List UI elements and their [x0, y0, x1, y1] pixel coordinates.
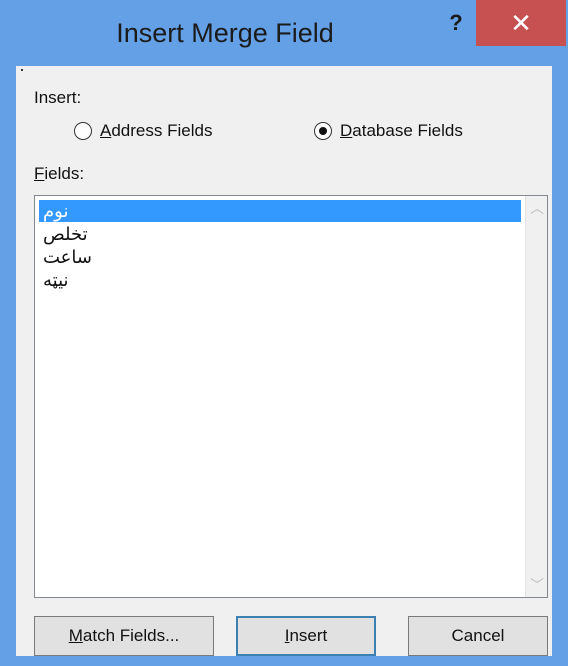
scroll-up-icon[interactable]: ︿ [526, 198, 548, 218]
database-fields-radio[interactable] [314, 122, 332, 140]
fields-label: Fields: [34, 164, 85, 183]
address-fields-label: Address Fields [100, 121, 213, 140]
dialog-body: Insert: Address Fields Database Fields F… [16, 66, 552, 656]
close-icon: ✕ [510, 8, 532, 38]
close-button[interactable]: ✕ [476, 0, 566, 46]
database-fields-label: Database Fields [340, 121, 463, 140]
dialog-title: Insert Merge Field [116, 18, 334, 48]
address-fields-option[interactable]: Address Fields [74, 121, 212, 141]
fields-listbox[interactable]: نوم تخلص ساعت نیټه ︿ ﹀ [34, 195, 548, 598]
insert-label: Insert: [34, 88, 82, 107]
focus-dot [21, 69, 23, 71]
address-fields-radio[interactable] [74, 122, 92, 140]
scroll-down-icon[interactable]: ﹀ [526, 575, 548, 595]
cancel-button[interactable]: Cancel [408, 616, 548, 656]
vertical-scrollbar[interactable]: ︿ ﹀ [525, 196, 547, 597]
match-fields-button[interactable]: Match Fields... [34, 616, 214, 656]
list-item[interactable]: تخلص [39, 223, 521, 245]
help-button[interactable]: ? [438, 8, 474, 38]
list-item[interactable]: ساعت [39, 246, 521, 268]
list-item[interactable]: نیټه [39, 269, 521, 291]
insert-merge-field-dialog: Insert Merge Field ? ✕ Insert: Address F… [0, 0, 568, 666]
title-bar[interactable]: Insert Merge Field ? ✕ [0, 0, 568, 66]
database-fields-option[interactable]: Database Fields [314, 121, 463, 141]
list-item[interactable]: نوم [39, 200, 521, 222]
insert-button[interactable]: Insert [236, 616, 376, 656]
